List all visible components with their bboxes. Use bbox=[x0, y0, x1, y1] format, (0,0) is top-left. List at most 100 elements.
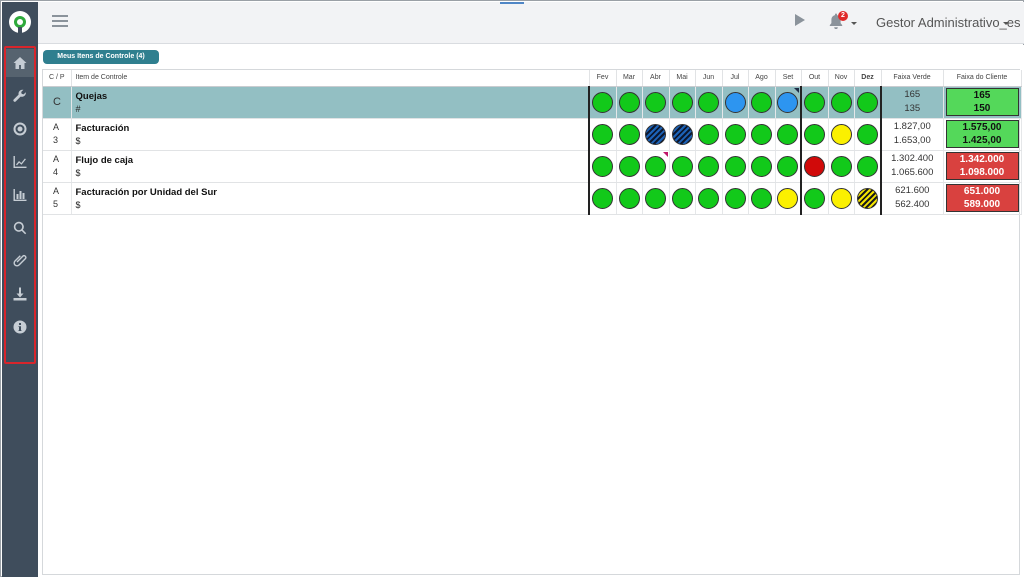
month-status-cell[interactable] bbox=[722, 182, 749, 215]
status-dot-red[interactable] bbox=[804, 155, 826, 177]
status-dot-green[interactable] bbox=[592, 123, 614, 145]
status-dot-green[interactable] bbox=[645, 155, 666, 177]
table-row[interactable]: A 4 Flujo de caja $1.302.400 1.065.600 1.342.… bbox=[43, 150, 1022, 183]
month-status-cell[interactable] bbox=[854, 150, 882, 183]
month-status-cell[interactable] bbox=[748, 182, 776, 215]
status-dot-green[interactable] bbox=[698, 91, 719, 113]
month-status-cell[interactable] bbox=[775, 86, 802, 119]
sidebar-item-line-chart[interactable] bbox=[6, 148, 34, 176]
status-dot-hatch-blue[interactable] bbox=[671, 123, 693, 145]
status-dot-green[interactable] bbox=[724, 155, 746, 177]
status-dot-green[interactable] bbox=[724, 187, 746, 209]
month-status-cell[interactable] bbox=[775, 150, 802, 183]
status-dot-green[interactable] bbox=[698, 155, 719, 177]
month-status-cell[interactable] bbox=[669, 86, 696, 119]
month-status-cell[interactable] bbox=[775, 118, 802, 151]
status-dot-green[interactable] bbox=[751, 123, 772, 145]
month-status-cell[interactable] bbox=[616, 182, 643, 215]
month-status-cell[interactable] bbox=[854, 182, 882, 215]
status-dot-yellow[interactable] bbox=[777, 187, 799, 209]
play-icon[interactable] bbox=[795, 14, 805, 26]
month-status-cell[interactable] bbox=[669, 150, 696, 183]
month-status-cell[interactable] bbox=[695, 150, 723, 183]
month-status-cell[interactable] bbox=[642, 182, 670, 215]
status-dot-green[interactable] bbox=[592, 155, 614, 177]
status-dot-green[interactable] bbox=[618, 91, 640, 113]
month-status-cell[interactable] bbox=[828, 86, 855, 119]
item-cell[interactable]: Facturación por Unidad del Sur $ bbox=[71, 182, 590, 215]
status-dot-green[interactable] bbox=[618, 155, 640, 177]
app-logo[interactable] bbox=[8, 10, 32, 34]
table-row[interactable]: C Quejas #165 135 165 150 bbox=[43, 86, 1022, 119]
month-status-cell[interactable] bbox=[722, 86, 749, 119]
item-cell[interactable]: Facturación $ bbox=[71, 118, 590, 151]
status-dot-green[interactable] bbox=[777, 123, 799, 145]
menu-toggle-icon[interactable] bbox=[52, 15, 68, 29]
notification-caret-icon[interactable] bbox=[851, 22, 857, 25]
table-row[interactable]: A 3 Facturación $1.827,00 1.653,00 1.575,00 1.… bbox=[43, 118, 1022, 151]
sidebar-item-download[interactable] bbox=[6, 280, 34, 308]
status-dot-green[interactable] bbox=[856, 155, 878, 177]
status-dot-green[interactable] bbox=[804, 187, 826, 209]
status-dot-green[interactable] bbox=[618, 123, 640, 145]
month-status-cell[interactable] bbox=[642, 86, 670, 119]
month-status-cell[interactable] bbox=[801, 182, 829, 215]
tab-meus-itens[interactable]: Meus Itens de Controle (4) bbox=[43, 50, 159, 64]
sidebar-item-info[interactable] bbox=[6, 313, 34, 341]
month-status-cell[interactable] bbox=[695, 86, 723, 119]
month-status-cell[interactable] bbox=[801, 150, 829, 183]
month-status-cell[interactable] bbox=[748, 118, 776, 151]
month-status-cell[interactable] bbox=[669, 118, 696, 151]
status-dot-green[interactable] bbox=[856, 91, 878, 113]
status-dot-green[interactable] bbox=[856, 123, 878, 145]
sidebar-item-home[interactable] bbox=[6, 49, 34, 77]
table-row[interactable]: A 5 Facturación por Unidad del Sur $621.600… bbox=[43, 182, 1022, 215]
status-dot-green[interactable] bbox=[618, 187, 640, 209]
month-status-cell[interactable] bbox=[642, 118, 670, 151]
month-status-cell[interactable] bbox=[854, 86, 882, 119]
month-status-cell[interactable] bbox=[669, 182, 696, 215]
status-dot-green[interactable] bbox=[671, 187, 693, 209]
month-status-cell[interactable] bbox=[616, 150, 643, 183]
status-dot-green[interactable] bbox=[698, 123, 719, 145]
month-status-cell[interactable] bbox=[828, 118, 855, 151]
status-dot-green[interactable] bbox=[645, 187, 666, 209]
month-status-cell[interactable] bbox=[616, 118, 643, 151]
status-dot-yellow[interactable] bbox=[830, 123, 852, 145]
month-status-cell[interactable] bbox=[854, 118, 882, 151]
month-status-cell[interactable] bbox=[616, 86, 643, 119]
item-cell[interactable]: Flujo de caja $ bbox=[71, 150, 590, 183]
item-cell[interactable]: Quejas # bbox=[71, 86, 590, 119]
status-dot-green[interactable] bbox=[671, 91, 693, 113]
month-status-cell[interactable] bbox=[801, 86, 829, 119]
month-status-cell[interactable] bbox=[588, 86, 617, 119]
status-dot-green[interactable] bbox=[751, 91, 772, 113]
month-status-cell[interactable] bbox=[748, 86, 776, 119]
month-status-cell[interactable] bbox=[748, 150, 776, 183]
month-status-cell[interactable] bbox=[588, 150, 617, 183]
user-caret-icon[interactable] bbox=[1003, 22, 1009, 25]
status-dot-green[interactable] bbox=[777, 155, 799, 177]
month-status-cell[interactable] bbox=[775, 182, 802, 215]
sidebar-item-search[interactable] bbox=[6, 214, 34, 242]
status-dot-blue[interactable] bbox=[777, 91, 799, 113]
month-status-cell[interactable] bbox=[828, 150, 855, 183]
month-status-cell[interactable] bbox=[828, 182, 855, 215]
status-dot-green[interactable] bbox=[645, 91, 666, 113]
status-dot-green[interactable] bbox=[804, 91, 826, 113]
month-status-cell[interactable] bbox=[801, 118, 829, 151]
status-dot-hatch-yellow[interactable] bbox=[856, 187, 878, 209]
user-menu[interactable]: Gestor Administrativo_es bbox=[876, 15, 1021, 30]
status-dot-green[interactable] bbox=[830, 155, 852, 177]
status-dot-yellow[interactable] bbox=[830, 187, 852, 209]
status-dot-green[interactable] bbox=[698, 187, 719, 209]
month-status-cell[interactable] bbox=[722, 150, 749, 183]
sidebar-item-paperclip[interactable] bbox=[6, 247, 34, 275]
month-status-cell[interactable] bbox=[588, 182, 617, 215]
status-dot-green[interactable] bbox=[751, 155, 772, 177]
status-dot-hatch-blue[interactable] bbox=[645, 123, 666, 145]
status-dot-green[interactable] bbox=[804, 123, 826, 145]
status-dot-green[interactable] bbox=[592, 91, 614, 113]
status-dot-green[interactable] bbox=[830, 91, 852, 113]
status-dot-green[interactable] bbox=[724, 123, 746, 145]
